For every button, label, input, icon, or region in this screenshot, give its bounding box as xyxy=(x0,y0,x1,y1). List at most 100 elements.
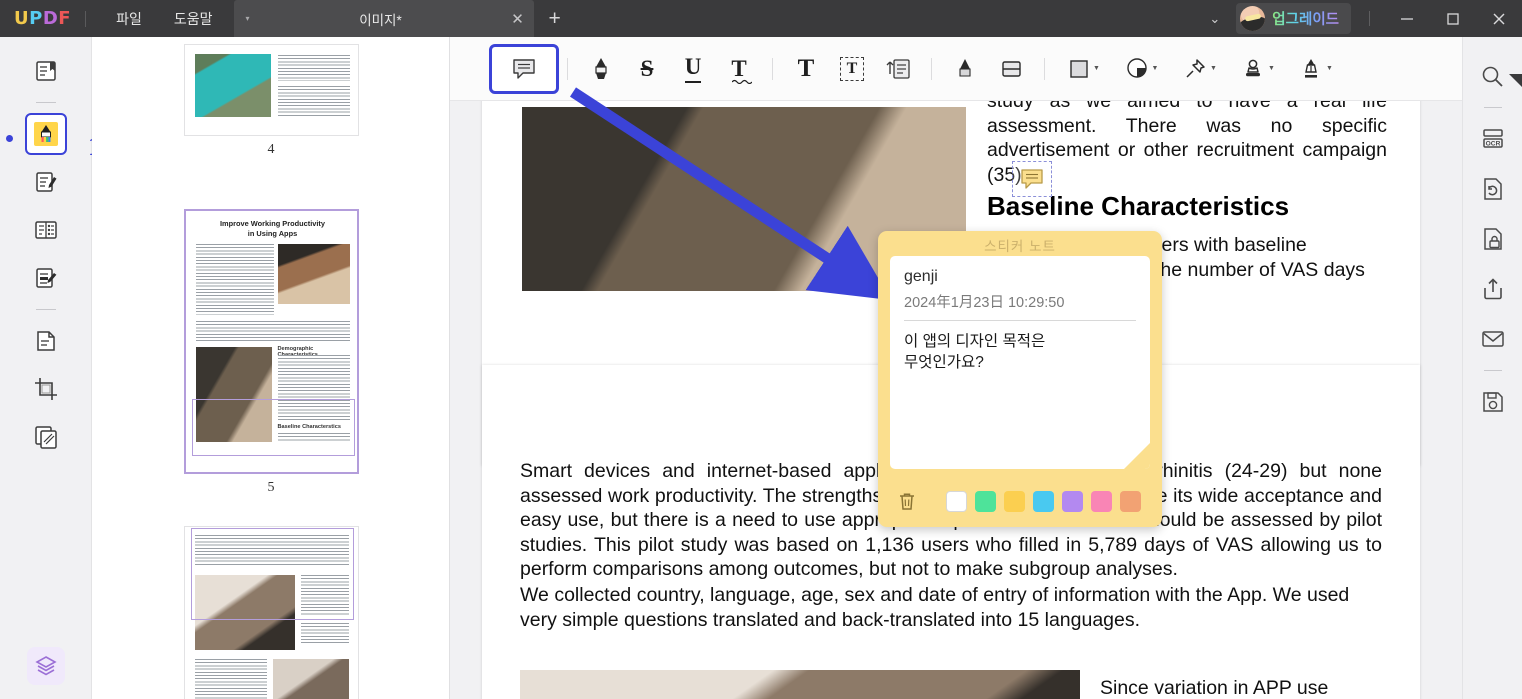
rail-divider xyxy=(1483,107,1502,108)
thumb-text-block xyxy=(195,244,274,315)
ocr-icon[interactable]: OCR xyxy=(1475,121,1511,157)
sticky-note-body[interactable]: genji 2024年1月23日 10:29:50 이 앱의 디자인 목적은 무… xyxy=(890,256,1150,469)
new-tab-button[interactable]: + xyxy=(534,8,574,29)
thumb-viewport-indicator xyxy=(190,528,354,620)
color-blue[interactable] xyxy=(1033,490,1054,512)
chevron-down-icon[interactable]: ▼ xyxy=(1152,65,1159,72)
thumb-text-block xyxy=(194,659,267,699)
sticky-note-text[interactable]: 이 앱의 디자인 목적은 무엇인가요? xyxy=(904,331,1136,373)
thumbnail-item-5[interactable]: Improve Working Productivity in Using Ap… xyxy=(92,209,449,496)
sidebar-compare-icon[interactable] xyxy=(27,418,65,456)
sidebar-convert-icon[interactable] xyxy=(27,322,65,360)
thumbnail-page-4[interactable] xyxy=(183,44,359,136)
sticky-note-author: genji xyxy=(904,268,938,285)
thumb-text-block xyxy=(277,55,350,81)
save-icon[interactable] xyxy=(1475,384,1511,420)
email-icon[interactable] xyxy=(1475,321,1511,357)
color-pink[interactable] xyxy=(1091,490,1112,512)
thumbnail-page-6[interactable] xyxy=(183,526,359,699)
chevron-down-icon[interactable]: ▼ xyxy=(1210,65,1217,72)
thumbnail-panel[interactable]: 4 Improve Working Productivity in Using … xyxy=(92,37,450,699)
close-icon[interactable] xyxy=(1476,0,1522,37)
rail-divider xyxy=(35,309,56,310)
sidebar-form-icon[interactable] xyxy=(27,259,65,297)
typewriter-tool[interactable] xyxy=(876,49,920,89)
thumb-text-block xyxy=(195,321,350,341)
color-yellow[interactable] xyxy=(1004,490,1025,512)
shapes-tool[interactable]: ▼ xyxy=(1056,49,1112,89)
page-paragraph-3: Since variation in APP use xyxy=(1100,677,1329,699)
sticky-note-tool[interactable] xyxy=(489,43,559,94)
sticky-note-anchor[interactable] xyxy=(1012,161,1052,197)
upgrade-label: 업그레이드 xyxy=(1272,8,1339,29)
thumbnail-page-4-content xyxy=(184,45,358,135)
sidebar-annotate-icon[interactable] xyxy=(24,113,67,155)
trash-icon[interactable] xyxy=(894,488,920,514)
color-purple[interactable] xyxy=(1062,490,1083,512)
minimize-icon[interactable] xyxy=(1384,0,1430,37)
titlebar-divider xyxy=(85,10,87,27)
right-tool-rail: OCR xyxy=(1462,37,1522,699)
chevron-down-icon[interactable]: ⌄ xyxy=(1193,11,1236,27)
color-orange[interactable] xyxy=(1120,490,1141,512)
svg-text:OCR: OCR xyxy=(1485,140,1500,147)
chevron-down-icon[interactable]: ▼ xyxy=(1268,65,1275,72)
document-tab-title: 이미지* xyxy=(359,12,402,28)
pencil-tool[interactable] xyxy=(943,49,987,89)
thumbnail-page-6-content xyxy=(184,527,358,699)
upgrade-button[interactable]: 업그레이드 xyxy=(1236,3,1351,34)
rail-active-dot xyxy=(6,135,13,142)
strikethrough-tool[interactable]: S xyxy=(625,49,669,89)
logo-letter-p: P xyxy=(29,8,43,29)
sidebar-crop-icon[interactable] xyxy=(27,370,65,408)
sticker-tool[interactable]: ▼ xyxy=(1114,49,1170,89)
text-box-tool[interactable]: T xyxy=(784,49,828,89)
pin-stamp-tool[interactable]: ▼ xyxy=(1172,49,1228,89)
toolbar-divider xyxy=(1044,57,1045,80)
chevron-down-icon[interactable]: ▼ xyxy=(1093,65,1100,72)
annotation-toolbar: S U T T T ▼ ▼ ▼ ▼ ▼ xyxy=(450,37,1462,101)
sticky-note-popup[interactable]: 스티커 노트 genji 2024年1月23日 10:29:50 이 앱의 디자… xyxy=(878,231,1162,527)
logo-letter-f: F xyxy=(58,8,72,29)
color-white[interactable] xyxy=(946,490,967,512)
toolbar-divider xyxy=(931,57,932,80)
thumbnail-item-4[interactable]: 4 xyxy=(92,44,449,158)
updf-logo: UPDF xyxy=(14,8,71,29)
titlebar-right-group: ⌄ 업그레이드 xyxy=(1193,0,1522,37)
convert-doc-icon[interactable] xyxy=(1475,171,1511,207)
page-paragraph-2: We collected country, language, age, sex… xyxy=(520,584,1350,631)
document-tab[interactable]: ▾ 이미지* ✕ xyxy=(234,0,535,37)
avatar[interactable] xyxy=(1240,6,1266,31)
thumb-text-block xyxy=(277,86,350,116)
highlight-tool[interactable] xyxy=(579,49,623,89)
sidebar-edit-pdf-icon[interactable] xyxy=(27,163,65,201)
sidebar-organize-pages-icon[interactable] xyxy=(27,211,65,249)
signature-tool[interactable]: ▼ xyxy=(1288,49,1344,89)
underline-tool[interactable]: U xyxy=(671,49,715,89)
share-icon[interactable] xyxy=(1475,271,1511,307)
eraser-tool[interactable] xyxy=(989,49,1033,89)
thumb-image xyxy=(194,54,271,117)
menu-file[interactable]: 파일 xyxy=(100,0,158,37)
thumb-text-block xyxy=(300,623,349,645)
close-icon[interactable]: ✕ xyxy=(500,10,534,28)
strikethrough-glyph: S xyxy=(640,55,654,81)
thumbnail-page-number: 4 xyxy=(267,142,275,157)
underline-glyph: U xyxy=(684,54,702,83)
search-icon[interactable] xyxy=(1475,58,1511,94)
sidebar-ai-layers-icon[interactable] xyxy=(26,647,65,685)
menu-help[interactable]: 도움말 xyxy=(158,0,229,37)
thumbnail-item-6[interactable] xyxy=(92,526,449,699)
stamp-tool[interactable]: ▼ xyxy=(1230,49,1286,89)
maximize-icon[interactable] xyxy=(1430,0,1476,37)
squiggly-tool[interactable]: T xyxy=(717,49,761,89)
text-callout-tool[interactable]: T xyxy=(830,49,874,89)
chevron-down-icon[interactable]: ▼ xyxy=(1326,65,1333,72)
color-green[interactable] xyxy=(975,490,996,512)
thumb-image xyxy=(272,659,349,699)
sidebar-reader-icon[interactable] xyxy=(27,52,65,90)
rail-divider xyxy=(35,102,56,103)
protect-lock-icon[interactable] xyxy=(1475,221,1511,257)
chevron-down-icon[interactable]: ▾ xyxy=(234,14,260,23)
thumbnail-page-5[interactable]: Improve Working Productivity in Using Ap… xyxy=(183,209,359,474)
